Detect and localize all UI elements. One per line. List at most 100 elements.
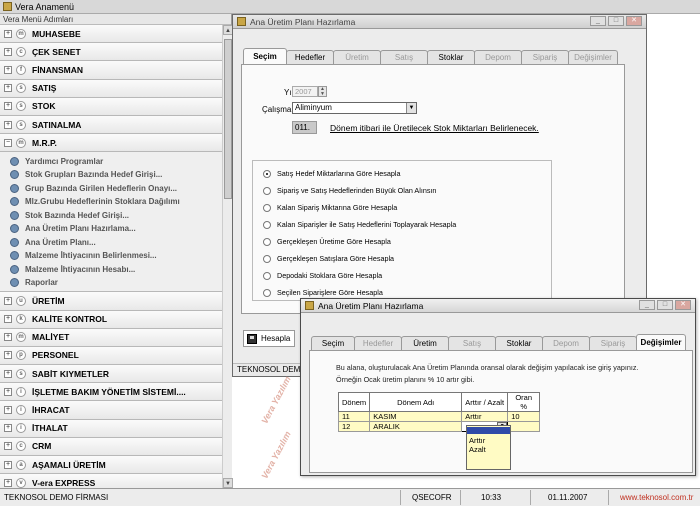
chevron-down-icon[interactable]: ▼ <box>406 103 416 113</box>
radio-button[interactable] <box>263 186 271 195</box>
menu-module-item[interactable]: + s SATIŞ <box>0 79 231 98</box>
radio-option[interactable]: Satış Hedef Miktarlarına Göre Hesapla <box>263 169 400 178</box>
tab-item[interactable]: Depom <box>542 336 590 350</box>
menu-module-item[interactable]: + c ÇEK SENET <box>0 43 231 62</box>
status-url[interactable]: www.teknosol.com.tr <box>620 493 693 502</box>
expand-icon[interactable]: + <box>4 315 12 324</box>
close-icon[interactable]: ✕ <box>626 16 642 26</box>
radio-button[interactable] <box>263 203 271 212</box>
radio-button[interactable] <box>263 220 271 229</box>
expand-icon[interactable]: + <box>4 460 12 469</box>
radio-option[interactable]: Depodaki Stoklara Göre Hesapla <box>263 271 382 280</box>
menu-module-item[interactable]: + i İTHALAT <box>0 419 231 438</box>
dropdown-option[interactable]: Azalt <box>469 445 508 454</box>
calisma-select[interactable]: Aliminyum ▼ <box>292 102 417 114</box>
expand-icon[interactable]: + <box>4 29 12 38</box>
grid-cell[interactable]: KASIM <box>369 411 463 422</box>
submenu-item[interactable]: Ana Üretim Planı... <box>0 235 231 249</box>
tab-item[interactable]: Seçim <box>311 336 355 350</box>
submenu-item[interactable]: Stok Grupları Bazında Hedef Girişi... <box>0 168 231 182</box>
expand-icon[interactable]: + <box>4 296 12 305</box>
tab-item[interactable]: Değişimler <box>568 50 618 64</box>
tab-item[interactable]: Stoklar <box>495 336 543 350</box>
hesapla-tab[interactable]: Hesapla <box>243 330 295 347</box>
radio-button[interactable] <box>263 271 271 280</box>
tab-item[interactable]: Değişimler <box>636 334 686 350</box>
collapse-icon[interactable]: − <box>4 138 12 147</box>
tab-item[interactable]: Sipariş <box>521 50 569 64</box>
grid-cell[interactable]: 10 <box>507 411 541 422</box>
year-field[interactable]: 2007 <box>292 86 318 97</box>
expand-icon[interactable]: + <box>4 102 12 111</box>
menu-module-item[interactable]: − m M.R.P. <box>0 134 231 153</box>
menu-module-item[interactable]: + f FİNANSMAN <box>0 61 231 80</box>
submenu-item[interactable]: Malzeme İhtiyacının Hesabı... <box>0 262 231 276</box>
grid-cell[interactable]: Arttır <box>461 411 509 422</box>
minimize-icon[interactable]: _ <box>639 300 655 310</box>
menu-module-item[interactable]: + s SABİT KIYMETLER <box>0 365 231 384</box>
radio-option[interactable]: Gerçekleşen Üretime Göre Hesapla <box>263 237 391 246</box>
menu-module-item[interactable]: + i İHRACAT <box>0 401 231 420</box>
window2-title-bar[interactable]: Ana Üretim Planı Hazırlama <box>301 299 695 313</box>
expand-icon[interactable]: + <box>4 478 12 487</box>
expand-icon[interactable]: + <box>4 442 12 451</box>
menu-module-item[interactable]: + c CRM <box>0 437 231 456</box>
radio-button[interactable] <box>263 288 271 297</box>
menu-module-item[interactable]: + i İŞLETME BAKIM YÖNETİM SİSTEMİ.... <box>0 383 231 402</box>
submenu-item[interactable]: Ana Üretim Planı Hazırlama... <box>0 222 231 236</box>
scroll-down-icon[interactable]: ▼ <box>223 478 233 488</box>
radio-button[interactable] <box>263 237 271 246</box>
window1-title-bar[interactable]: Ana Üretim Planı Hazırlama <box>233 15 646 29</box>
menu-module-item[interactable]: + a AŞAMALI ÜRETİM <box>0 456 231 475</box>
menu-module-item[interactable]: + s SATINALMA <box>0 115 231 135</box>
minimize-icon[interactable]: _ <box>590 16 606 26</box>
grid-cell[interactable]: ARALIK <box>369 421 463 432</box>
expand-icon[interactable]: + <box>4 333 12 342</box>
scroll-thumb[interactable] <box>224 39 232 199</box>
grid-cell[interactable]: 11 <box>337 411 371 422</box>
submenu-item[interactable]: Stok Bazında Hedef Girişi... <box>0 208 231 222</box>
radio-option[interactable]: Sipariş ve Satış Hedeflerinden Büyük Ola… <box>263 186 436 195</box>
expand-icon[interactable]: + <box>4 84 12 93</box>
column-header[interactable]: Arttır / Azalt <box>461 392 509 412</box>
expand-icon[interactable]: + <box>4 120 12 129</box>
table-row[interactable]: 11 KASIM Arttır 10 <box>337 411 541 422</box>
dropdown-highlight[interactable] <box>467 427 510 434</box>
tab-item[interactable]: Satış <box>448 336 496 350</box>
grid-cell[interactable] <box>507 421 541 432</box>
tab-item[interactable]: Hedefler <box>354 336 402 350</box>
tab-item[interactable]: Seçim <box>243 48 287 64</box>
tab-item[interactable]: Satış <box>380 50 428 64</box>
expand-icon[interactable]: + <box>4 406 12 415</box>
radio-option[interactable]: Gerçekleşen Satışlara Göre Hesapla <box>263 254 394 263</box>
expand-icon[interactable]: + <box>4 369 12 378</box>
submenu-item[interactable]: Raporlar <box>0 276 231 290</box>
expand-icon[interactable]: + <box>4 351 12 360</box>
radio-option[interactable]: Kalan Siparişler ile Satış Hedeflerini T… <box>263 220 456 229</box>
radio-option[interactable]: Kalan Sipariş Miktarına Göre Hesapla <box>263 203 397 212</box>
expand-icon[interactable]: + <box>4 424 12 433</box>
submenu-item[interactable]: Malzeme İhtiyacının Belirlenmesi... <box>0 249 231 263</box>
menu-module-item[interactable]: + s STOK <box>0 97 231 116</box>
tab-item[interactable]: Üretim <box>401 336 449 350</box>
menu-module-item[interactable]: + m MUHASEBE <box>0 25 231 44</box>
tab-item[interactable]: Üretim <box>333 50 381 64</box>
menu-module-item[interactable]: + k KALİTE KONTROL <box>0 310 231 329</box>
changes-window[interactable]: Ana Üretim Planı Hazırlama _ □ ✕ Seçim He… <box>300 298 696 476</box>
radio-option[interactable]: Seçilen Siparişlere Göre Hesapla <box>263 288 383 297</box>
column-header[interactable]: Oran % <box>507 392 541 412</box>
expand-icon[interactable]: + <box>4 65 12 74</box>
close-icon[interactable]: ✕ <box>675 300 691 310</box>
submenu-item[interactable]: Grup Bazında Girilen Hedeflerin Onayı... <box>0 181 231 195</box>
grid-cell[interactable]: 12 <box>337 421 371 432</box>
year-spinner[interactable]: ▲ ▼ <box>318 86 327 97</box>
menu-module-item[interactable]: + u ÜRETİM <box>0 292 231 311</box>
submenu-item[interactable]: Mlz.Grubu Hedeflerinin Stoklara Dağılımı <box>0 195 231 209</box>
tab-item[interactable]: Sipariş <box>589 336 637 350</box>
maximize-icon[interactable]: □ <box>657 300 673 310</box>
menu-module-item[interactable]: + v V-era EXPRESS <box>0 474 231 488</box>
expand-icon[interactable]: + <box>4 387 12 396</box>
tab-item[interactable]: Stoklar <box>427 50 475 64</box>
dropdown-option[interactable]: Arttır <box>469 436 508 445</box>
radio-button[interactable] <box>263 254 271 263</box>
